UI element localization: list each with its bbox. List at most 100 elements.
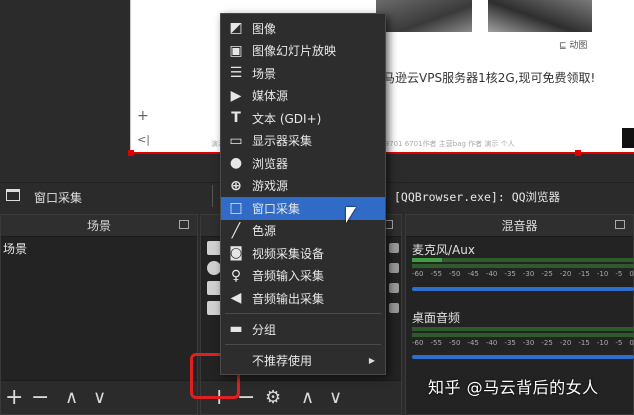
menu-item-label: 场景 (252, 66, 277, 81)
speaker-icon: ◀ (230, 290, 242, 307)
scene-item[interactable]: 场景 (3, 240, 27, 257)
scale-tick-label: 0 (629, 270, 634, 278)
menu-item-image[interactable]: ◩ 图像 (221, 17, 385, 40)
scale-tick-label: -50 (448, 339, 461, 347)
microphone-icon: ♀ (230, 267, 242, 284)
mixer-title: 混音器 (501, 219, 538, 233)
window-icon (6, 189, 20, 201)
move-source-down-button[interactable]: ∨ (329, 384, 342, 412)
menu-item-monitor[interactable]: ▭ 显示器采集 (221, 130, 385, 153)
menu-item-deprecated[interactable]: 不推荐使用 ▶ (221, 349, 385, 372)
lock-icon[interactable] (389, 283, 399, 293)
menu-item-label: 音频输出采集 (252, 291, 325, 306)
add-source-menu: ◩ 图像 ▣ 图像幻灯片放映 ☰ 场景 ▶ 媒体源 T 文本 (GDI+) ▭ 显示器采集 ● 浏览器 ⊕ 游… (220, 13, 386, 375)
scale-tick-label: -10 (596, 339, 609, 347)
slideshow-icon: ▣ (229, 42, 243, 59)
scale-tick-label: -55 (430, 339, 442, 347)
scenes-footer: + − ∧ ∨ (1, 380, 197, 414)
menu-item-speaker[interactable]: ◀ 音频输出采集 (221, 287, 385, 310)
volume-slider[interactable] (412, 355, 634, 359)
scale-tick-label: -35 (504, 339, 516, 347)
volume-slider[interactable] (412, 287, 634, 291)
source-properties-gear-icon[interactable]: ⚙ (265, 384, 281, 412)
list-icon: ☰ (229, 65, 243, 82)
menu-item-window[interactable]: □ 窗口采集 (221, 197, 385, 220)
capture-target[interactable]: [QQBrowser.exe]: QQ浏览器 (394, 189, 560, 205)
float-dock-icon[interactable] (179, 220, 189, 229)
scenes-dock: 场景 场景 + − ∧ ∨ (0, 214, 198, 415)
menu-item-label: 显示器采集 (252, 134, 313, 149)
add-scene-button[interactable]: + (5, 384, 23, 412)
meter-scale: -60 -55 -50 -45 -40 -35 -30 -25 -20 -15 -10 -5 0 (412, 339, 634, 347)
mixer-channel-name: 桌面音频 (412, 311, 461, 325)
menu-item-label: 视频采集设备 (252, 246, 325, 261)
scale-tick-label: -15 (578, 339, 590, 347)
lock-icon[interactable] (389, 243, 399, 253)
move-source-up-button[interactable]: ∧ (301, 384, 314, 412)
scale-tick-label: 0 (629, 339, 634, 347)
volume-meter (412, 264, 634, 268)
menu-item-globe[interactable]: ● 浏览器 (221, 152, 385, 175)
float-dock-icon[interactable] (615, 220, 625, 229)
play-icon: ▶ (230, 87, 242, 104)
scale-tick-label: -55 (430, 270, 442, 278)
scale-tick-label: -25 (541, 339, 553, 347)
lock-icon[interactable] (389, 303, 399, 313)
zoom-plus-icon[interactable]: + (137, 108, 149, 124)
window-icon: □ (229, 200, 243, 217)
photo-caption: ⊑ 动图 (559, 41, 588, 51)
folder-icon: ▬ (229, 321, 243, 338)
scale-tick-label: -25 (541, 270, 553, 278)
blank-icon (228, 352, 244, 368)
source-window-icon (207, 241, 221, 255)
remove-scene-button[interactable]: − (31, 384, 49, 412)
scenes-dock-header: 场景 (1, 215, 197, 237)
menu-separator (225, 313, 381, 314)
article-title: 亚马逊云VPS服务器1核2G,现可免费领取! (371, 71, 596, 85)
text-icon: T (231, 110, 241, 127)
scroll-handle[interactable] (622, 128, 634, 148)
scale-tick-label: -15 (578, 270, 590, 278)
back-icon[interactable]: <| (137, 133, 150, 146)
menu-item-label: 游戏源 (252, 179, 289, 194)
scale-tick-label: -40 (485, 270, 498, 278)
resize-handle[interactable] (128, 150, 134, 156)
gamepad-icon: ⊕ (230, 177, 242, 194)
mouse-cursor-icon (346, 207, 356, 223)
scale-tick-label: -20 (559, 339, 572, 347)
menu-item-slideshow[interactable]: ▣ 图像幻灯片放映 (221, 40, 385, 63)
scale-tick-label: -5 (615, 270, 623, 278)
scale-tick-label: -10 (596, 270, 609, 278)
lock-icon[interactable] (389, 263, 399, 273)
scale-tick-label: -20 (559, 270, 572, 278)
article-photo (376, 0, 472, 32)
monitor-icon: ▭ (229, 132, 243, 149)
menu-item-label: 分组 (252, 322, 277, 337)
menu-item-list[interactable]: ☰ 场景 (221, 62, 385, 85)
volume-meter (412, 258, 634, 262)
menu-item-label: 不推荐使用 (252, 353, 313, 368)
brush-icon: ╱ (231, 222, 241, 239)
menu-item-label: 图像 (252, 21, 277, 36)
menu-item-label: 浏览器 (252, 156, 289, 171)
menu-item-camera[interactable]: ◙ 视频采集设备 (221, 242, 385, 265)
image-icon: ◩ (229, 20, 243, 37)
scale-tick-label: -60 (412, 339, 424, 347)
menu-item-microphone[interactable]: ♀ 音频输入采集 (221, 265, 385, 288)
menu-item-brush[interactable]: ╱ 色源 (221, 220, 385, 243)
scale-tick-label: -50 (448, 270, 461, 278)
selected-source-name: 窗口采集 (34, 191, 83, 205)
move-scene-down-button[interactable]: ∨ (93, 384, 106, 412)
menu-item-folder[interactable]: ▬ 分组 (221, 318, 385, 341)
menu-item-text[interactable]: T 文本 (GDI+) (221, 107, 385, 130)
volume-meter-level (412, 258, 442, 262)
move-scene-up-button[interactable]: ∧ (65, 384, 78, 412)
mixer-channel-name: 麦克风/Aux (412, 243, 475, 257)
camera-icon: ◙ (229, 245, 243, 262)
menu-item-play[interactable]: ▶ 媒体源 (221, 85, 385, 108)
menu-item-label: 媒体源 (252, 89, 289, 104)
resize-handle[interactable] (575, 150, 581, 156)
scale-tick-label: -5 (615, 339, 623, 347)
volume-meter (412, 333, 634, 337)
menu-item-gamepad[interactable]: ⊕ 游戏源 (221, 175, 385, 198)
